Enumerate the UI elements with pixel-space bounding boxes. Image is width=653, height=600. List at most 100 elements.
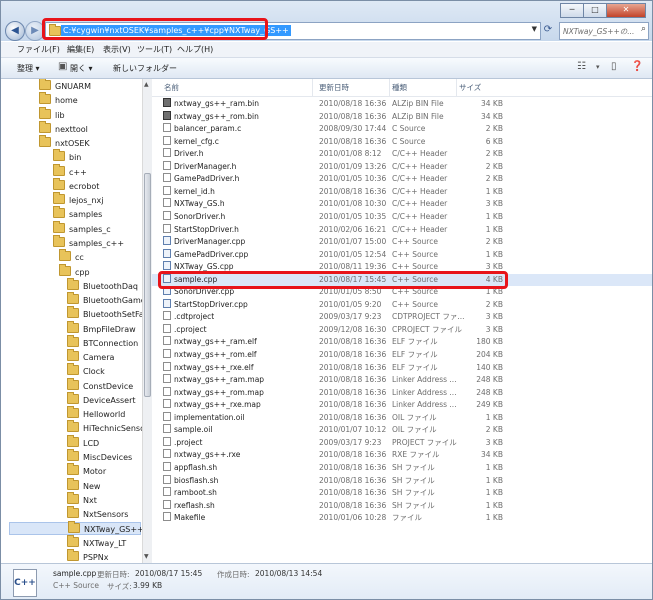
- document-file-icon: [163, 424, 171, 434]
- file-row[interactable]: GamePadDriver.cpp 2010/01/05 12:54 C++ Sou…: [152, 248, 652, 262]
- tree-item[interactable]: lejos_nxj: [53, 192, 103, 207]
- file-name: appflash.sh: [174, 462, 218, 472]
- tree-item[interactable]: BluetoothSetFactor: [67, 306, 142, 321]
- file-row[interactable]: ramboot.sh 2010/08/18 16:36 SH ファイル 1 KB: [152, 487, 652, 500]
- tree-item[interactable]: New: [67, 477, 100, 493]
- tree-item[interactable]: c++: [53, 163, 87, 179]
- tree-item[interactable]: Nxt: [67, 491, 97, 507]
- scroll-up-icon[interactable]: ▲: [144, 81, 149, 88]
- file-row[interactable]: nxtway_gs++_rom.elf 2010/08/18 16:36 ELF フ…: [152, 349, 652, 362]
- file-row[interactable]: kernel_id.h 2010/08/18 16:36 C/C++ Header 1…: [152, 185, 652, 199]
- tree-item[interactable]: Helloworld: [67, 406, 125, 421]
- tree-item[interactable]: NXTway_LT: [67, 534, 126, 550]
- tree-item[interactable]: nexttool: [39, 120, 88, 136]
- column-header-name[interactable]: 名前: [162, 79, 313, 96]
- file-row[interactable]: nxtway_gs++_rxe.elf 2010/08/18 16:36 ELF フ…: [152, 361, 652, 375]
- tree-item[interactable]: samples_c: [53, 220, 111, 236]
- search-input[interactable]: NXTway_GS++の... ⌕: [559, 22, 649, 40]
- tree-item[interactable]: BluetoothDaq: [67, 277, 138, 293]
- menu-file[interactable]: ファイル(F): [17, 44, 60, 55]
- tree-item[interactable]: PSPNx: [67, 548, 108, 563]
- back-button[interactable]: ◀: [5, 21, 25, 41]
- tree-item[interactable]: Camera: [67, 349, 114, 364]
- tree-item[interactable]: cc: [59, 249, 84, 264]
- search-icon[interactable]: ⌕: [641, 24, 646, 34]
- file-date: 2010/08/18 16:36: [319, 350, 387, 359]
- refresh-icon[interactable]: ⟳: [541, 22, 555, 38]
- tree-item[interactable]: Clock: [67, 363, 105, 378]
- maximize-button[interactable]: □: [583, 3, 607, 18]
- view-options-icon[interactable]: ☷: [577, 61, 586, 72]
- file-row[interactable]: nxtway_gs++.rxe 2010/08/18 16:36 RXE ファイル 3…: [152, 449, 652, 462]
- file-row[interactable]: nxtway_gs++_rom.map 2010/08/18 16:36 Linke…: [152, 386, 652, 400]
- help-icon[interactable]: ❓: [631, 61, 643, 72]
- tree-item[interactable]: cpp: [59, 263, 90, 279]
- folder-icon: [67, 292, 79, 305]
- tree-item[interactable]: LCD: [67, 434, 99, 450]
- file-row[interactable]: nxtway_gs++_ram.bin 2010/08/18 16:36 ALZip…: [152, 98, 652, 111]
- tree-item[interactable]: home: [39, 92, 78, 107]
- chevron-down-icon[interactable]: ▾: [596, 63, 600, 71]
- file-row[interactable]: balancer_param.c 2008/09/30 17:44 C Source…: [152, 123, 652, 136]
- file-row[interactable]: nxtway_gs++_rxe.map 2010/08/18 16:36 Linke…: [152, 399, 652, 412]
- file-row[interactable]: StartStopDriver.cpp 2010/01/05 9:20 C++ So…: [152, 298, 652, 312]
- tree-item[interactable]: NXTway_GS++: [9, 521, 142, 536]
- organize-button[interactable]: 整理 ▾: [17, 63, 40, 74]
- tree-item[interactable]: BTConnection: [67, 334, 138, 350]
- tree-item[interactable]: ConstDevice: [67, 377, 133, 393]
- tree-item[interactable]: HiTechnicSensors: [67, 420, 142, 435]
- file-row[interactable]: .project 2009/03/17 9:23 PROJECT ファイル 3 KB: [152, 436, 652, 450]
- tree-item[interactable]: NxtSensors: [67, 506, 128, 521]
- tree-item[interactable]: BluetoothGamePad: [67, 292, 142, 307]
- file-row[interactable]: nxtway_gs++_ram.map 2010/08/18 16:36 Linke…: [152, 374, 652, 387]
- preview-pane-icon[interactable]: ▯: [611, 61, 617, 72]
- minimize-button[interactable]: ─: [560, 3, 584, 18]
- tree-item[interactable]: BmpFileDraw: [67, 320, 136, 336]
- tree-item[interactable]: ecrobot: [53, 177, 99, 193]
- column-header-date[interactable]: 更新日時: [319, 79, 390, 96]
- file-row[interactable]: biosflash.sh 2010/08/18 16:36 SH ファイル 1 KB: [152, 474, 652, 488]
- open-button[interactable]: 開く ▾: [70, 63, 93, 74]
- menu-help[interactable]: ヘルプ(H): [177, 44, 213, 55]
- file-row[interactable]: implementation.oil 2010/08/18 16:36 OIL ファ…: [152, 411, 652, 425]
- file-row[interactable]: DriverManager.cpp 2010/01/07 15:00 C++ Sou…: [152, 236, 652, 249]
- menu-tools[interactable]: ツール(T): [137, 44, 172, 55]
- tree-item[interactable]: Motor: [67, 463, 106, 478]
- tree-scrollbar[interactable]: ▲ ▼: [142, 79, 152, 563]
- file-row[interactable]: SonorDriver.h 2010/01/05 10:35 C/C++ Heade…: [152, 210, 652, 224]
- tree-item[interactable]: MiscDevices: [67, 449, 132, 464]
- tree-item[interactable]: nxtOSEK: [39, 135, 90, 150]
- scroll-down-icon[interactable]: ▼: [144, 553, 149, 560]
- menu-edit[interactable]: 編集(E): [67, 44, 94, 55]
- new-folder-button[interactable]: 新しいフォルダー: [113, 63, 177, 74]
- file-row[interactable]: sample.oil 2010/01/07 10:12 OIL ファイル 2 KB: [152, 424, 652, 437]
- menu-view[interactable]: 表示(V): [103, 44, 131, 55]
- file-date: 2010/01/05 12:54: [319, 249, 387, 259]
- file-row[interactable]: nxtway_gs++_rom.bin 2010/08/18 16:36 ALZip…: [152, 110, 652, 124]
- tree-item[interactable]: GNUARM: [39, 79, 91, 93]
- file-row[interactable]: GamePadDriver.h 2010/01/05 10:36 C/C++ Hea…: [152, 173, 652, 186]
- file-row[interactable]: Driver.h 2010/01/08 8:12 C/C++ Header 2 KB: [152, 148, 652, 161]
- close-button[interactable]: ✕: [606, 3, 646, 18]
- file-row[interactable]: .cproject 2009/12/08 16:30 CPROJECT ファイル 3 …: [152, 323, 652, 337]
- tree-item[interactable]: DeviceAssert: [67, 391, 136, 407]
- file-date: 2009/03/17 9:23: [319, 312, 382, 322]
- tree-scroll-thumb[interactable]: [144, 173, 151, 397]
- file-row[interactable]: DriverManager.h 2010/01/09 13:26 C/C++ Hea…: [152, 160, 652, 174]
- column-header-type[interactable]: 種類: [392, 79, 457, 96]
- chevron-down-icon[interactable]: ▼: [532, 25, 537, 33]
- file-row[interactable]: NXTway_GS.h 2010/01/08 10:30 C/C++ Header 3…: [152, 198, 652, 211]
- file-date: 2010/08/18 16:36: [319, 488, 387, 498]
- file-row[interactable]: Makefile 2010/01/06 10:28 ファイル 1 KB: [152, 512, 652, 525]
- file-row[interactable]: kernel_cfg.c 2010/08/18 16:36 C Source 6 KB: [152, 135, 652, 149]
- column-header-size[interactable]: サイズ: [459, 79, 507, 96]
- tree-item[interactable]: lib: [39, 106, 65, 122]
- tree-item[interactable]: samples_c++: [53, 234, 124, 250]
- file-row[interactable]: rxeflash.sh 2010/08/18 16:36 SH ファイル 1 KB: [152, 499, 652, 513]
- tree-item[interactable]: bin: [53, 149, 81, 164]
- file-row[interactable]: nxtway_gs++_ram.elf 2010/08/18 16:36 ELF フ…: [152, 336, 652, 349]
- file-row[interactable]: .cdtproject 2009/03/17 9:23 CDTPROJECT ファ.…: [152, 311, 652, 324]
- tree-item[interactable]: samples: [53, 206, 102, 221]
- file-row[interactable]: appflash.sh 2010/08/18 16:36 SH ファイル 1 KB: [152, 461, 652, 475]
- file-row[interactable]: StartStopDriver.h 2010/02/06 16:21 C/C++ H…: [152, 223, 652, 237]
